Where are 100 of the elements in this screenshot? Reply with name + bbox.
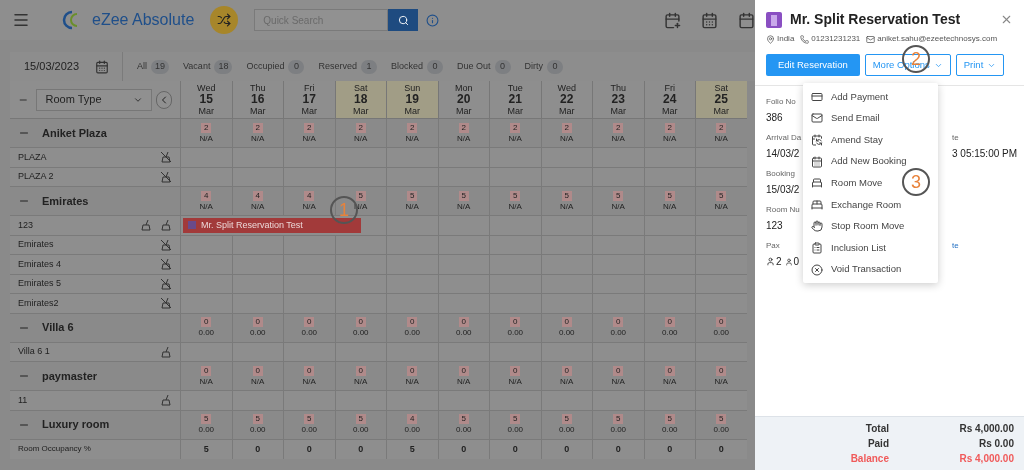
menu-item[interactable]: Exchange Room (803, 193, 938, 216)
calendar-icon[interactable] (95, 59, 110, 74)
filter-chip[interactable]: Dirty 0 (524, 59, 564, 74)
filter-chip[interactable]: Occupied 0 (246, 59, 305, 74)
occupancy-value: 0 (461, 442, 467, 456)
rate-text: N/A (560, 133, 574, 144)
availability-badge: 0 (613, 365, 624, 376)
availability-badge: 2 (664, 122, 675, 133)
email-text: aniket.sahu@ezeetechnosys.com (877, 33, 998, 45)
bed-icon (811, 177, 823, 190)
reservation-bar[interactable]: Mr. Split Reservation Test (183, 217, 361, 233)
availability-badge: 4 (407, 414, 418, 424)
menu-item[interactable]: Stop Room Move (803, 215, 938, 238)
room-type-select[interactable]: Room Type (36, 88, 153, 111)
availability-badge: 5 (613, 190, 624, 201)
detail-link[interactable]: te (952, 240, 959, 252)
occupancy-value: 0 (306, 442, 312, 456)
filter-chip[interactable]: Blocked 0 (390, 59, 443, 74)
clipboard-icon (811, 241, 823, 254)
occupancy-value: 0 (667, 442, 673, 456)
total-label: Paid (867, 437, 889, 451)
availability-badge: 2 (355, 122, 366, 133)
calendar-icon (811, 134, 823, 146)
availability-badge: 0 (561, 317, 572, 327)
menu-item[interactable]: Void Transaction (803, 258, 938, 281)
rate-text: 0.00 (198, 328, 215, 338)
calendar-plus-icon[interactable] (664, 11, 681, 29)
hand-icon (811, 220, 823, 233)
search-button[interactable] (388, 9, 419, 31)
occupancy-value: 5 (203, 442, 209, 456)
menu-item[interactable]: Amend Stay (803, 129, 938, 151)
grid-cell[interactable]: Mr. Split Reservation Test (180, 216, 386, 236)
detail-label: Arrival Da (766, 132, 802, 144)
day-header: Mon 20 Mar (437, 81, 489, 119)
availability-badge: 0 (304, 365, 315, 376)
edit-button[interactable]: Edit Reservation (766, 54, 860, 76)
shuffle-button[interactable] (210, 6, 239, 34)
menu-icon[interactable] (12, 11, 30, 29)
availability-badge: 5 (407, 190, 418, 201)
mail-icon (866, 34, 876, 44)
calendar-icon[interactable] (738, 11, 755, 29)
step-marker: 3 (902, 168, 930, 196)
detail-value: 14/03/2 (766, 147, 800, 161)
room-type-name: Villa 6 (42, 320, 74, 336)
availability-badge: 5 (561, 414, 572, 424)
room-name: Villa 6 1 (18, 345, 50, 358)
rate-text: N/A (714, 376, 728, 387)
adult-icon (766, 257, 775, 266)
availability-badge: 4 (201, 190, 212, 201)
calendar-icon (811, 155, 823, 168)
menu-item[interactable]: Add Payment (803, 86, 938, 108)
availability-badge: 5 (716, 190, 727, 201)
filter-chip[interactable]: Due Out 0 (457, 59, 511, 74)
rate-text: 0.00 (507, 328, 524, 338)
rate-text: N/A (508, 133, 522, 144)
rate-text: 0.00 (558, 328, 575, 338)
availability-badge: 0 (510, 317, 521, 327)
day-header: Sat 25 Mar (695, 81, 747, 119)
availability-badge: 5 (458, 414, 469, 424)
previous-button[interactable] (156, 90, 172, 109)
calendar-icon[interactable] (701, 11, 718, 29)
detail-value: 123 (766, 219, 783, 233)
occupancy-value: 0 (255, 442, 261, 456)
filter-chip[interactable]: Vacant 18 (183, 59, 233, 74)
day-header: Fri 24 Mar (643, 81, 695, 119)
total-value: Rs 4,000.00 (959, 452, 1014, 466)
rate-text: N/A (714, 201, 728, 212)
phone-icon (800, 34, 810, 44)
total-label: Balance (850, 452, 889, 466)
broom-crossed-icon (160, 151, 172, 164)
rate-text: 0.00 (249, 425, 266, 435)
guest-name: Mr. Split Reservation Test (201, 218, 303, 232)
rate-text: 0.00 (352, 328, 369, 338)
rate-text: N/A (508, 201, 522, 212)
dropdown-button[interactable]: Print (955, 54, 1005, 76)
broom-crossed-icon (160, 238, 172, 251)
filter-chip[interactable]: Reserved 1 (318, 59, 377, 74)
availability-badge: 2 (561, 122, 572, 133)
circle-x-icon (811, 263, 823, 276)
total-value: Rs 0.00 (978, 437, 1014, 451)
availability-badge: 0 (561, 365, 572, 376)
close-icon[interactable] (1000, 13, 1013, 26)
rate-text: N/A (663, 201, 677, 212)
rate-text: N/A (714, 133, 728, 144)
rate-text: 0.00 (713, 328, 730, 338)
info-icon[interactable] (426, 13, 440, 27)
total-label: Total (865, 422, 889, 436)
menu-item[interactable]: Inclusion List (803, 237, 938, 259)
rate-text: 0.00 (661, 328, 678, 338)
room-type-name: paymaster (42, 368, 98, 384)
availability-badge: 0 (355, 365, 366, 376)
availability-badge: 5 (201, 414, 212, 424)
menu-item[interactable]: Send Email (803, 107, 938, 130)
guest-name: Mr. Split Reservation Test (790, 10, 961, 29)
rate-text: 0.00 (301, 328, 318, 338)
room-name: Emirates 5 (18, 277, 61, 290)
day-header: Wed 22 Mar (540, 81, 592, 119)
availability-badge: 0 (201, 317, 212, 327)
detail-value: 15/03/2 (766, 183, 800, 197)
broom-icon (160, 345, 172, 358)
